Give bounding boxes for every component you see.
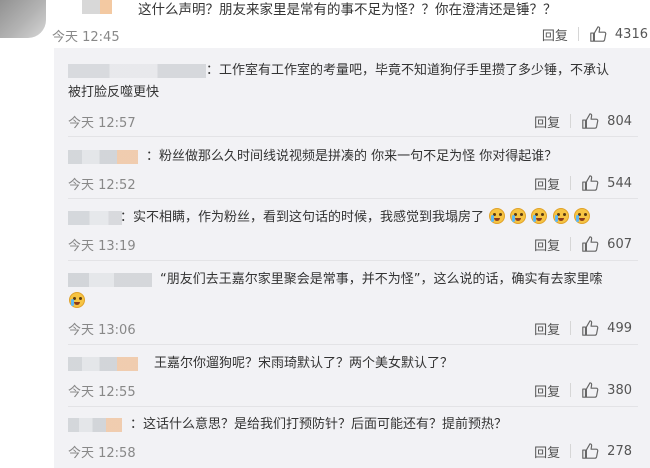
reply-list: ：工作室有工作室的考量吧，毕竟不知道狗仔手里攒了多少锤，不承认 被打脸反噬更快 … bbox=[54, 48, 650, 468]
crying-emoji bbox=[531, 208, 548, 224]
like-count: 380 bbox=[607, 382, 632, 398]
reply-text: 王嘉尔你遛狗呢？宋雨琦默认了？两个美女默认了？ bbox=[154, 356, 454, 371]
top-comment: 这什么声明？朋友来家里是常有的事不足为怪？？你在澄清还是锤？？ 今天 12:45… bbox=[0, 0, 650, 50]
reply-actions: 回复 607 bbox=[534, 234, 632, 254]
thumbs-up-icon[interactable] bbox=[581, 235, 599, 253]
reply-button[interactable]: 回复 bbox=[542, 25, 568, 44]
reply-text: “朋友们去王嘉尔家里聚会是常事，并不为怪”，这么说的话，确实有去家里嗦 bbox=[160, 272, 603, 287]
crying-emoji bbox=[552, 208, 569, 224]
reply-actions: 回复 804 bbox=[534, 111, 632, 131]
blurred-username[interactable] bbox=[68, 211, 122, 225]
divider bbox=[570, 321, 572, 335]
blurred-username[interactable] bbox=[68, 150, 138, 164]
crying-emoji bbox=[489, 208, 506, 224]
thumbs-up-icon[interactable] bbox=[581, 174, 599, 192]
blurred-username[interactable] bbox=[82, 0, 112, 14]
divider bbox=[570, 383, 572, 397]
reply-timestamp: 今天 13:06 bbox=[68, 323, 136, 338]
divider bbox=[68, 136, 638, 137]
blurred-username[interactable] bbox=[68, 273, 152, 287]
thumbs-up-icon[interactable] bbox=[589, 25, 607, 43]
thumbs-up-icon[interactable] bbox=[581, 112, 599, 130]
thumbs-up-icon[interactable] bbox=[581, 319, 599, 337]
avatar[interactable] bbox=[0, 0, 46, 38]
reply-text: ：实不相瞒，作为粉丝，看到这句话的时候，我感觉到我塌房了 bbox=[120, 207, 590, 229]
thumbs-up-icon[interactable] bbox=[581, 442, 599, 460]
reply-timestamp: 今天 12:55 bbox=[68, 385, 136, 400]
divider bbox=[570, 114, 572, 128]
divider bbox=[570, 237, 572, 251]
reply-text-continued bbox=[68, 291, 85, 313]
crying-emoji bbox=[573, 208, 590, 224]
reply-actions: 回复 499 bbox=[534, 318, 632, 338]
reply-text-body: ：实不相瞒，作为粉丝，看到这句话的时候，我感觉到我塌房了 bbox=[120, 210, 485, 225]
reply-timestamp: 今天 12:52 bbox=[68, 178, 136, 193]
divider bbox=[68, 406, 638, 407]
reply-text: ：这话什么意思？是给我们打预防针？后面可能还有？提前预热？ bbox=[130, 417, 508, 432]
blurred-username[interactable] bbox=[68, 357, 138, 371]
like-count: 278 bbox=[607, 443, 632, 459]
comment-timestamp: 今天 12:45 bbox=[52, 30, 120, 45]
comment-text: 这什么声明？朋友来家里是常有的事不足为怪？？你在澄清还是锤？？ bbox=[138, 2, 557, 18]
thumbs-up-icon[interactable] bbox=[581, 381, 599, 399]
divider bbox=[577, 27, 579, 41]
reply-timestamp: 今天 12:57 bbox=[68, 116, 136, 131]
reply-button[interactable]: 回复 bbox=[534, 235, 560, 254]
reply-timestamp: 今天 13:19 bbox=[68, 239, 136, 254]
divider bbox=[570, 444, 572, 458]
laughing-crying-emoji bbox=[69, 292, 85, 308]
comment-actions: 回复 4316 bbox=[542, 24, 648, 44]
divider bbox=[68, 260, 638, 261]
blurred-username[interactable] bbox=[68, 64, 206, 78]
reply-button[interactable]: 回复 bbox=[534, 112, 560, 131]
crying-emoji bbox=[510, 208, 527, 224]
like-count: 4316 bbox=[614, 26, 648, 42]
reply-button[interactable]: 回复 bbox=[534, 319, 560, 338]
reply-actions: 回复 380 bbox=[534, 380, 632, 400]
reply-text: ：工作室有工作室的考量吧，毕竟不知道狗仔手里攒了多少锤，不承认 bbox=[206, 63, 610, 78]
reply-actions: 回复 278 bbox=[534, 441, 632, 461]
reply-text-continued: 被打脸反噬更快 bbox=[68, 85, 160, 100]
like-count: 804 bbox=[607, 113, 632, 129]
like-count: 607 bbox=[607, 236, 632, 252]
reply-actions: 回复 544 bbox=[534, 173, 632, 193]
like-count: 499 bbox=[607, 320, 632, 336]
divider bbox=[570, 176, 572, 190]
divider bbox=[68, 344, 638, 345]
reply-button[interactable]: 回复 bbox=[534, 381, 560, 400]
reply-text: ：粉丝做那么久时间线说视频是拼凑的 你来一句不足为怪 你对得起谁？ bbox=[146, 149, 558, 164]
reply-button[interactable]: 回复 bbox=[534, 442, 560, 461]
blurred-username[interactable] bbox=[68, 418, 122, 432]
reply-timestamp: 今天 12:58 bbox=[68, 446, 136, 461]
divider bbox=[68, 198, 638, 199]
reply-button[interactable]: 回复 bbox=[534, 174, 560, 193]
like-count: 544 bbox=[607, 175, 632, 191]
